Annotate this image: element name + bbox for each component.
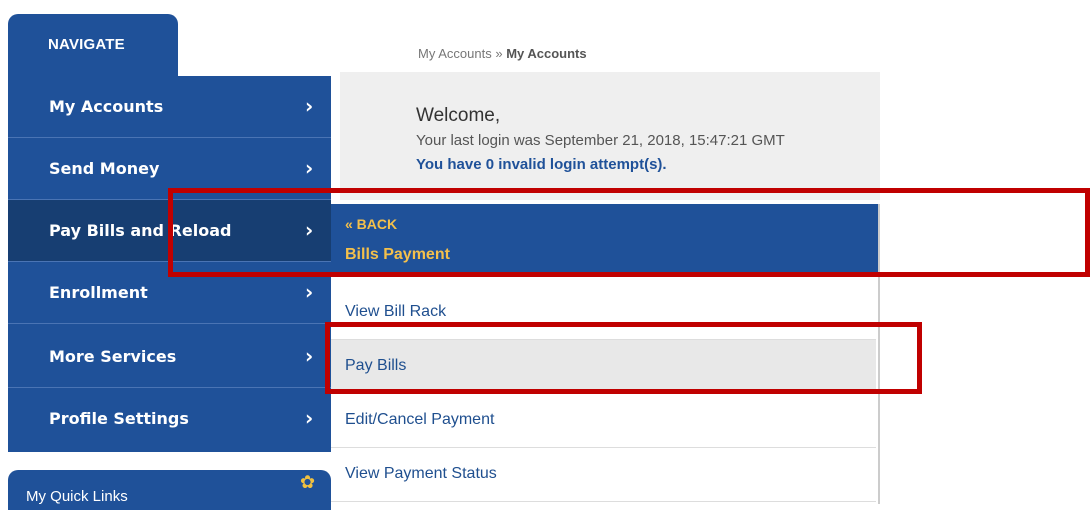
breadcrumb: My Accounts » My Accounts <box>418 46 587 61</box>
sidebar-item-label: Profile Settings <box>49 409 189 428</box>
chevron-right-icon: › <box>305 344 314 368</box>
annotation-box-pay-bills-reload <box>168 188 1090 277</box>
navigate-tab: NAVIGATE <box>8 14 178 76</box>
sidebar-item-label: Enrollment <box>49 283 148 302</box>
submenu-item-label: View Payment Status <box>345 465 497 482</box>
sidebar-item-profile-settings[interactable]: Profile Settings › <box>8 388 331 450</box>
quick-links-label: My Quick Links <box>26 488 128 505</box>
invalid-attempts-text: You have 0 invalid login attempt(s). <box>416 156 667 173</box>
quick-links-panel[interactable]: My Quick Links ✿ <box>8 470 331 510</box>
breadcrumb-current: My Accounts <box>506 46 587 61</box>
breadcrumb-parent[interactable]: My Accounts <box>418 46 492 61</box>
sidebar-item-my-accounts[interactable]: My Accounts › <box>8 76 331 138</box>
divider <box>8 323 331 324</box>
chevron-right-icon: › <box>305 156 314 180</box>
sidebar-item-label: Send Money <box>49 159 160 178</box>
welcome-panel: Welcome, Your last login was September 2… <box>340 72 880 200</box>
chevron-right-icon: › <box>305 406 314 430</box>
navigate-label: NAVIGATE <box>48 36 125 53</box>
submenu-item-view-payment-status[interactable]: View Payment Status <box>331 448 876 502</box>
submenu-item-edit-cancel-payment[interactable]: Edit/Cancel Payment <box>331 394 876 448</box>
gear-icon[interactable]: ✿ <box>300 472 315 493</box>
last-login-text: Your last login was September 21, 2018, … <box>416 132 785 149</box>
chevron-right-icon: › <box>305 94 314 118</box>
sidebar-item-label: More Services <box>49 347 177 366</box>
sidebar-item-more-services[interactable]: More Services › <box>8 326 331 388</box>
annotation-box-pay-bills <box>325 322 922 394</box>
submenu-item-label: Edit/Cancel Payment <box>345 411 495 428</box>
welcome-greeting: Welcome, <box>416 105 501 126</box>
chevron-right-icon: › <box>305 280 314 304</box>
sidebar-item-label: My Accounts <box>49 97 164 116</box>
breadcrumb-separator: » <box>495 46 503 61</box>
submenu-item-label: View Bill Rack <box>345 303 447 320</box>
